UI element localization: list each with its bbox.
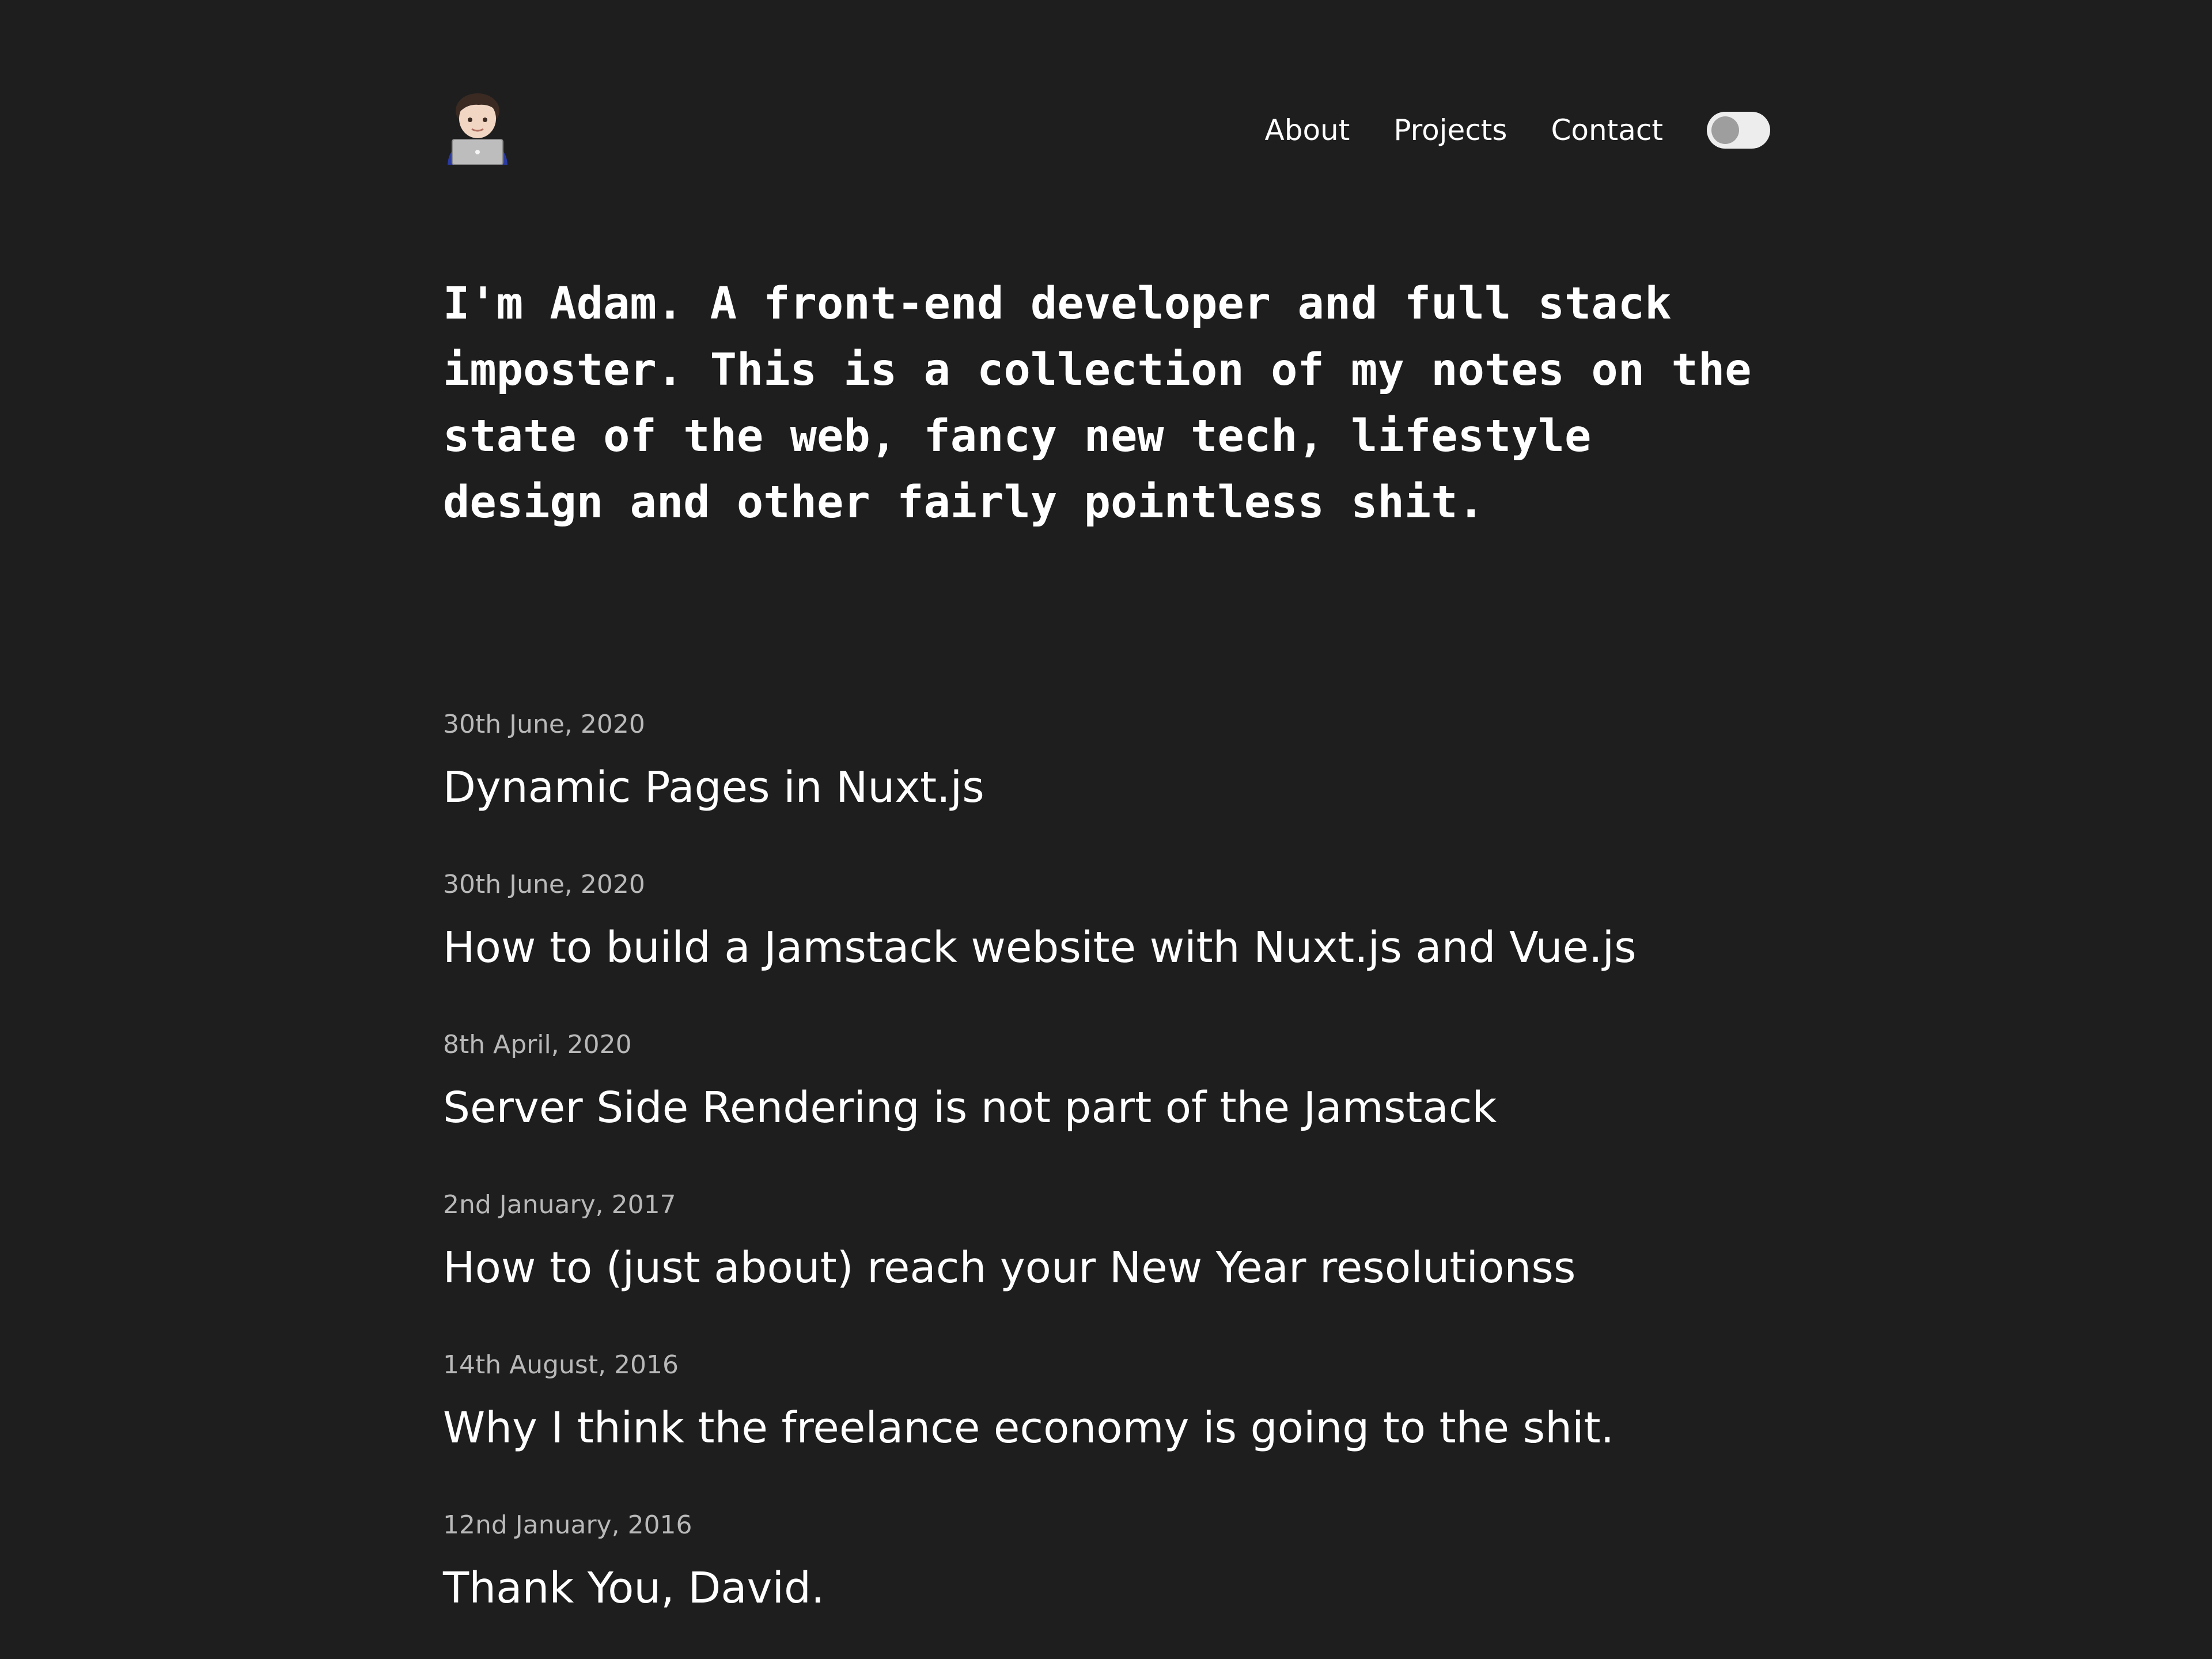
post-title-link[interactable]: Dynamic Pages in Nuxt.js — [443, 759, 984, 816]
list-item: 14th August, 2016 Why I think the freela… — [443, 1346, 1770, 1506]
page: About Projects Contact I'm Adam. A front… — [0, 0, 2212, 1659]
site-header: About Projects Contact — [443, 86, 1770, 167]
nav-link-projects[interactable]: Projects — [1393, 109, 1507, 151]
nav-link-about[interactable]: About — [1265, 109, 1350, 151]
post-date: 8th April, 2020 — [443, 1030, 632, 1059]
post-title-link[interactable]: Why I think the freelance economy is goi… — [443, 1399, 1614, 1457]
list-item: 12nd January, 2016 Thank You, David. — [443, 1506, 1770, 1659]
post-title-link[interactable]: Thank You, David. — [443, 1559, 825, 1617]
list-item: 30th June, 2020 Dynamic Pages in Nuxt.js — [443, 706, 1770, 866]
technologist-laptop-icon — [448, 93, 507, 165]
post-date: 30th June, 2020 — [443, 870, 645, 899]
list-item: 30th June, 2020 How to build a Jamstack … — [443, 866, 1770, 1026]
intro-text: I'm Adam. A front-end developer and full… — [443, 278, 1752, 528]
post-list: 30th June, 2020 Dynamic Pages in Nuxt.js… — [443, 706, 1770, 1659]
nav-link-contact[interactable]: Contact — [1551, 109, 1663, 151]
post-date: 30th June, 2020 — [443, 710, 645, 739]
post-date: 14th August, 2016 — [443, 1350, 679, 1380]
post-title-link[interactable]: How to (just about) reach your New Year … — [443, 1239, 1575, 1297]
theme-toggle-knob — [1711, 116, 1739, 144]
post-date: 12nd January, 2016 — [443, 1510, 692, 1540]
list-item: 8th April, 2020 Server Side Rendering is… — [443, 1026, 1770, 1186]
post-title-link[interactable]: Server Side Rendering is not part of the… — [443, 1079, 1497, 1137]
main-nav: About Projects Contact — [1265, 109, 1770, 151]
post-date: 2nd January, 2017 — [443, 1190, 676, 1219]
post-title-link[interactable]: How to build a Jamstack website with Nux… — [443, 919, 1637, 976]
theme-toggle[interactable] — [1707, 112, 1770, 149]
home-logo-link[interactable] — [443, 91, 512, 165]
list-item: 2nd January, 2017 How to (just about) re… — [443, 1186, 1770, 1346]
